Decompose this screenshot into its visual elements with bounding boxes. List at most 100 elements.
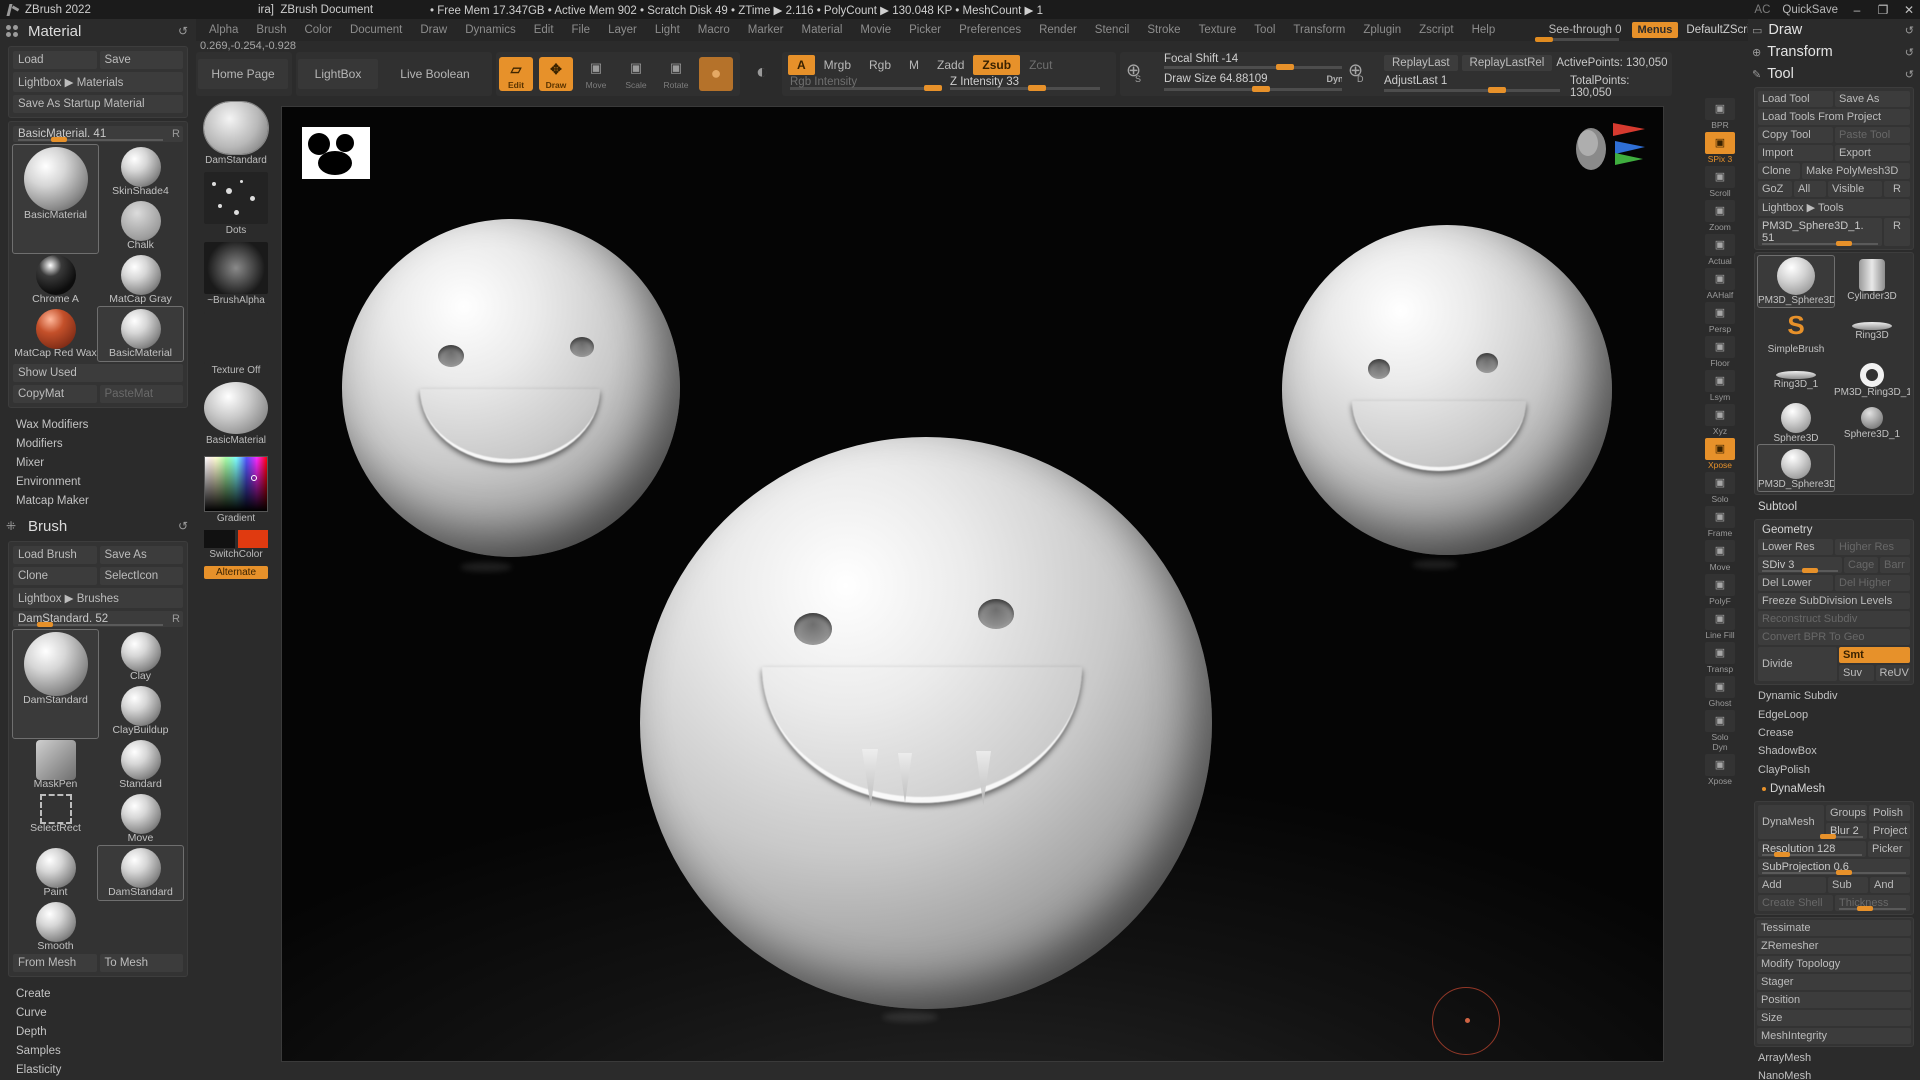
current-tool-selector[interactable]: PM3D_Sphere3D_1. 51: [1758, 218, 1882, 246]
strip-alpha-brushalpha[interactable]: ~BrushAlpha: [204, 242, 268, 306]
scale-button[interactable]: ▣ Scale: [619, 57, 653, 91]
create-shell-button[interactable]: Create Shell: [1758, 895, 1833, 911]
replay-last-button[interactable]: ReplayLast: [1384, 55, 1458, 71]
tool-item-sphere3d_1[interactable]: Sphere3D_1: [1834, 399, 1910, 445]
tool-section-arraymesh[interactable]: ArrayMesh: [1748, 1049, 1920, 1067]
brush-submenu-create[interactable]: Create: [16, 984, 196, 1003]
reuv-button[interactable]: ReUV: [1876, 665, 1911, 681]
aa-half-icon[interactable]: ▣: [1705, 268, 1735, 290]
tool-item-ring3d[interactable]: Ring3D: [1834, 307, 1910, 356]
sphere-center[interactable]: [640, 437, 1212, 1009]
bpr-render-icon[interactable]: ▣: [1705, 98, 1735, 120]
picker-button[interactable]: Picker: [1868, 841, 1910, 857]
floor-grid-icon[interactable]: ▣: [1705, 336, 1735, 358]
geometry-item-claypolish[interactable]: ClayPolish: [1748, 761, 1920, 779]
sphere-right[interactable]: [1282, 225, 1612, 555]
brush-item-selectrect[interactable]: SelectRect: [13, 792, 98, 846]
geometry-item-crease[interactable]: Crease: [1748, 724, 1920, 742]
menu-preferences[interactable]: Preferences: [950, 21, 1030, 39]
resolution-slider[interactable]: Resolution 128: [1758, 841, 1866, 857]
rbar-move-gizmo[interactable]: ▣Move: [1703, 540, 1737, 572]
cage-button[interactable]: Cage: [1844, 557, 1878, 573]
brush-clone-button[interactable]: Clone: [13, 567, 97, 585]
minimize-icon[interactable]: –: [1850, 3, 1864, 17]
dynamesh-modify-topology-button[interactable]: Modify Topology: [1757, 956, 1911, 972]
goz-all-button[interactable]: All: [1794, 181, 1826, 197]
goz-button[interactable]: GoZ: [1758, 181, 1792, 197]
brush-item-paint[interactable]: Paint: [13, 846, 98, 900]
subprojection-slider[interactable]: SubProjection 0.6: [1758, 859, 1910, 875]
freeze-subdivision-button[interactable]: Freeze SubDivision Levels: [1758, 593, 1910, 609]
xpose-2-icon[interactable]: ▣: [1705, 754, 1735, 776]
strip-texture-off[interactable]: Texture Off: [204, 312, 268, 376]
material-submenu-environment[interactable]: Environment: [16, 472, 196, 491]
geometry-item-shadowbox[interactable]: ShadowBox: [1748, 742, 1920, 760]
geometry-item-dynamic-subdiv[interactable]: Dynamic Subdiv: [1748, 687, 1920, 705]
rbar-polyframe[interactable]: ▣PolyF: [1703, 574, 1737, 606]
material-item-matcap-gray[interactable]: MatCap Gray: [98, 253, 183, 307]
brush-submenu-depth[interactable]: Depth: [16, 1022, 196, 1041]
restore-icon[interactable]: ❐: [1876, 3, 1890, 17]
paste-tool-button[interactable]: Paste Tool: [1835, 127, 1910, 143]
menu-brush[interactable]: Brush: [247, 21, 295, 39]
save-startup-material-button[interactable]: Save As Startup Material: [13, 95, 183, 113]
z-intensity-slider[interactable]: Z Intensity 33: [950, 76, 1100, 92]
rbar-scroll[interactable]: ▣Scroll: [1703, 166, 1737, 198]
dynamesh-stager-button[interactable]: Stager: [1757, 974, 1911, 990]
tool-clone-button[interactable]: Clone: [1758, 163, 1800, 179]
brush-preview-button[interactable]: ●: [699, 57, 733, 91]
draw-button[interactable]: ✥ Draw: [539, 57, 573, 91]
project-button[interactable]: Project: [1869, 823, 1910, 839]
menu-draw[interactable]: Draw: [411, 21, 456, 39]
brush-submenu-elasticity[interactable]: Elasticity: [16, 1060, 196, 1079]
brush-item-claybuildup[interactable]: ClayBuildup: [98, 684, 183, 738]
menu-marker[interactable]: Marker: [739, 21, 793, 39]
menu-picker[interactable]: Picker: [900, 21, 950, 39]
rbar-ghost[interactable]: ▣Ghost: [1703, 676, 1737, 708]
scroll-icon[interactable]: ▣: [1705, 166, 1735, 188]
tool-item-pm3d_sphere3d[interactable]: PM3D_Sphere3D: [1758, 445, 1834, 491]
blur-slider[interactable]: Blur 2: [1826, 823, 1867, 839]
material-item-chrome-a[interactable]: Chrome A: [13, 253, 98, 307]
lightbox-button[interactable]: LightBox: [298, 59, 378, 89]
brush-submenu-samples[interactable]: Samples: [16, 1041, 196, 1060]
convert-bpr-button[interactable]: Convert BPR To Geo: [1758, 629, 1910, 645]
copy-tool-button[interactable]: Copy Tool: [1758, 127, 1833, 143]
tool-save-as-button[interactable]: Save As: [1835, 91, 1910, 107]
rgb-intensity-slider[interactable]: Rgb Intensity: [790, 76, 940, 92]
xyz-toggle-icon[interactable]: ▣: [1705, 404, 1735, 426]
dynamesh-section-header[interactable]: DynaMesh: [1748, 779, 1920, 799]
mode-m-button[interactable]: M: [900, 55, 928, 75]
del-lower-button[interactable]: Del Lower: [1758, 575, 1833, 591]
tool-item-sphere3d[interactable]: Sphere3D: [1758, 399, 1834, 445]
transp-xpose-icon[interactable]: ▣: [1705, 438, 1735, 460]
material-save-button[interactable]: Save: [100, 51, 184, 69]
tool-item-simplebrush[interactable]: SSimpleBrush: [1758, 307, 1834, 356]
mode-zadd-button[interactable]: Zadd: [928, 55, 973, 75]
menu-macro[interactable]: Macro: [689, 21, 739, 39]
divide-button[interactable]: Divide: [1758, 647, 1837, 681]
paste-mat-button[interactable]: PasteMat: [100, 385, 184, 403]
rbar-xyz-toggle[interactable]: ▣Xyz: [1703, 404, 1737, 436]
rbar-transparency[interactable]: ▣Transp: [1703, 642, 1737, 674]
menu-help[interactable]: Help: [1463, 21, 1505, 39]
brush-item-clay[interactable]: Clay: [98, 630, 183, 684]
menu-zplugin[interactable]: Zplugin: [1354, 21, 1410, 39]
subpixel-icon[interactable]: ▣: [1705, 132, 1735, 154]
sdiv-slider[interactable]: SDiv 3: [1758, 557, 1842, 573]
line-fill-icon[interactable]: ▣: [1705, 608, 1735, 630]
orientation-gizmo[interactable]: [1569, 117, 1649, 179]
material-item-basicmaterial[interactable]: BasicMaterial: [13, 145, 98, 253]
actual-size-icon[interactable]: ▣: [1705, 234, 1735, 256]
tool-section-nanomesh[interactable]: NanoMesh: [1748, 1067, 1920, 1080]
mode-rgb-button[interactable]: Rgb: [860, 55, 900, 75]
material-item-matcap-red-wax[interactable]: MatCap Red Wax: [13, 307, 98, 361]
make-polymesh3d-button[interactable]: Make PolyMesh3D: [1802, 163, 1910, 179]
dynamesh-meshintegrity-button[interactable]: MeshIntegrity: [1757, 1028, 1911, 1044]
menus-toggle-button[interactable]: Menus: [1632, 22, 1679, 38]
color-picker-icon[interactable]: [204, 456, 268, 512]
rbar-local-symmetry[interactable]: ▣Lsym: [1703, 370, 1737, 402]
ghost-icon[interactable]: ▣: [1705, 676, 1735, 698]
smt-button[interactable]: Smt: [1839, 647, 1910, 663]
menu-stroke[interactable]: Stroke: [1138, 21, 1189, 39]
